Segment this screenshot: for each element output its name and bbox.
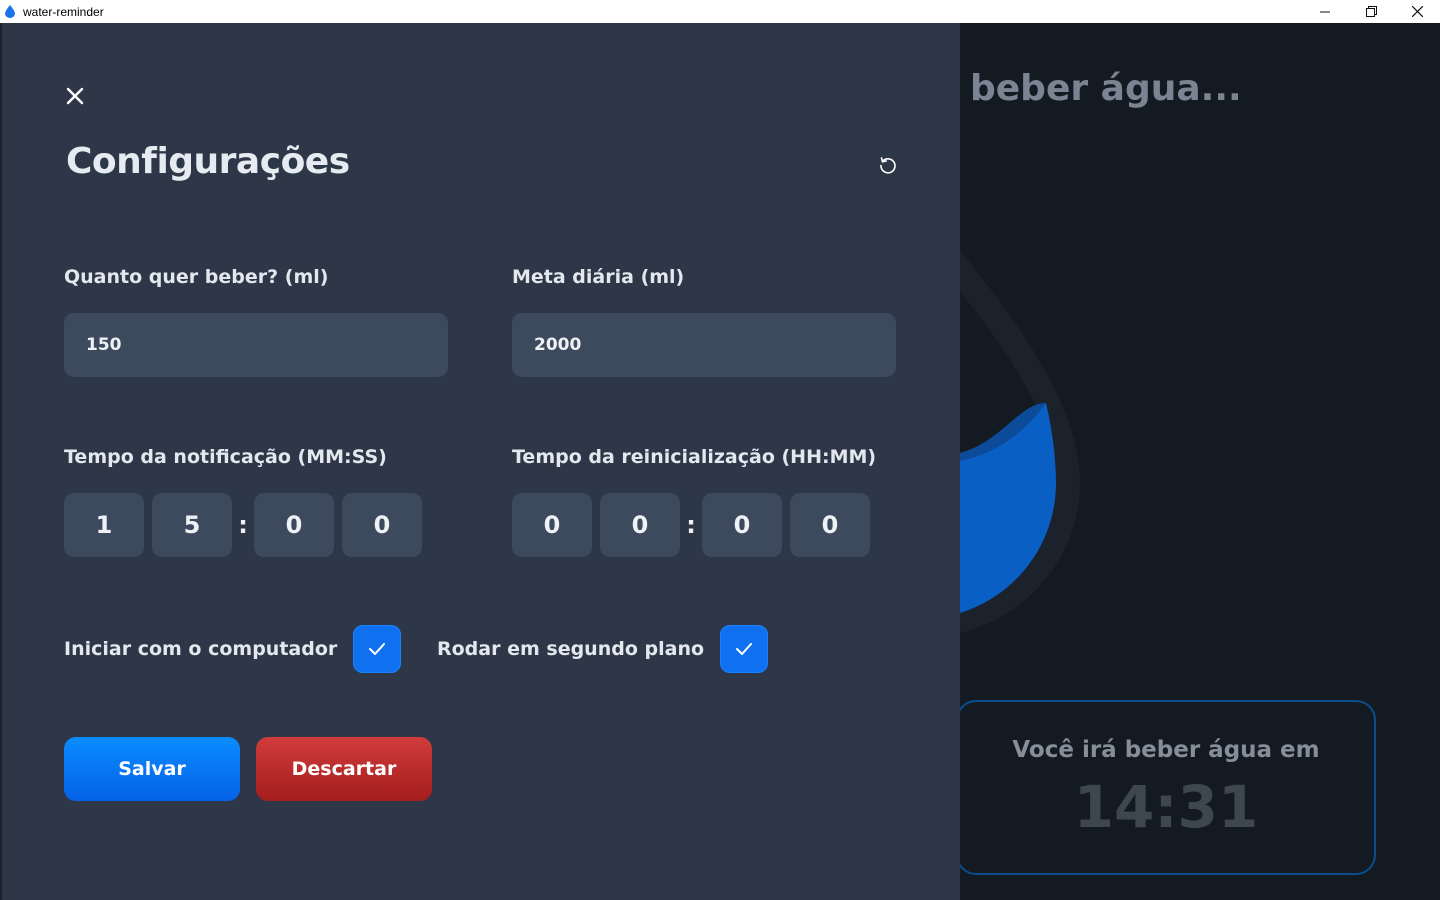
window-controls <box>1302 0 1440 23</box>
countdown-card: Você irá beber água em 14:31 <box>960 700 1376 875</box>
window-title: water-reminder <box>23 4 104 19</box>
notification-time-label: Tempo da notificação (MM:SS) <box>64 446 387 468</box>
reset-minute-ones[interactable]: 0 <box>790 493 870 557</box>
reset-minute-tens[interactable]: 0 <box>702 493 782 557</box>
discard-button[interactable]: Descartar <box>256 737 432 801</box>
check-icon <box>369 643 386 655</box>
notification-minute-tens[interactable]: 1 <box>64 493 144 557</box>
countdown-time: 14:31 <box>1073 773 1259 841</box>
time-separator: : <box>686 511 696 539</box>
window-titlebar: water-reminder <box>0 0 1440 23</box>
start-with-computer-checkbox[interactable] <box>353 625 402 673</box>
run-in-background-checkbox[interactable] <box>720 625 769 673</box>
reset-time-label: Tempo da reinicialização (HH:MM) <box>512 446 877 468</box>
water-drop-icon <box>5 5 15 18</box>
notification-second-ones[interactable]: 0 <box>342 493 422 557</box>
close-icon <box>1411 6 1423 17</box>
main-heading: beber água... <box>970 68 1242 109</box>
settings-title: Configurações <box>66 141 350 182</box>
start-with-computer-label: Iniciar com o computador <box>64 638 338 660</box>
reset-hour-ones[interactable]: 0 <box>600 493 680 557</box>
daily-goal-label: Meta diária (ml) <box>512 266 685 288</box>
daily-goal-input[interactable] <box>512 313 896 377</box>
notification-minute-ones[interactable]: 5 <box>152 493 232 557</box>
check-icon <box>736 643 753 655</box>
notification-second-tens[interactable]: 0 <box>254 493 334 557</box>
minimize-button[interactable] <box>1302 0 1348 23</box>
reset-hour-tens[interactable]: 0 <box>512 493 592 557</box>
reset-time-inputs: 0 0 : 0 0 <box>512 493 870 557</box>
countdown-label: Você irá beber água em <box>1012 737 1320 763</box>
restore-icon <box>1365 6 1377 17</box>
main-view: beber água... Você irá beber água em 14:… <box>960 23 1440 900</box>
close-window-button[interactable] <box>1394 0 1440 23</box>
water-drop-graphic <box>960 250 1080 634</box>
amount-label: Quanto quer beber? (ml) <box>64 266 329 288</box>
amount-input[interactable] <box>64 313 448 377</box>
time-separator: : <box>238 511 248 539</box>
reset-icon[interactable] <box>878 155 898 175</box>
settings-panel: Configurações Quanto quer beber? (ml) Me… <box>0 23 960 900</box>
start-with-computer-row: Iniciar com o computador <box>64 625 402 673</box>
close-settings-icon[interactable] <box>64 85 86 107</box>
run-in-background-label: Rodar em segundo plano <box>437 638 705 660</box>
notification-time-inputs: 1 5 : 0 0 <box>64 493 422 557</box>
maximize-button[interactable] <box>1348 0 1394 23</box>
save-button[interactable]: Salvar <box>64 737 240 801</box>
run-in-background-row: Rodar em segundo plano <box>437 625 769 673</box>
minimize-icon <box>1320 11 1330 12</box>
